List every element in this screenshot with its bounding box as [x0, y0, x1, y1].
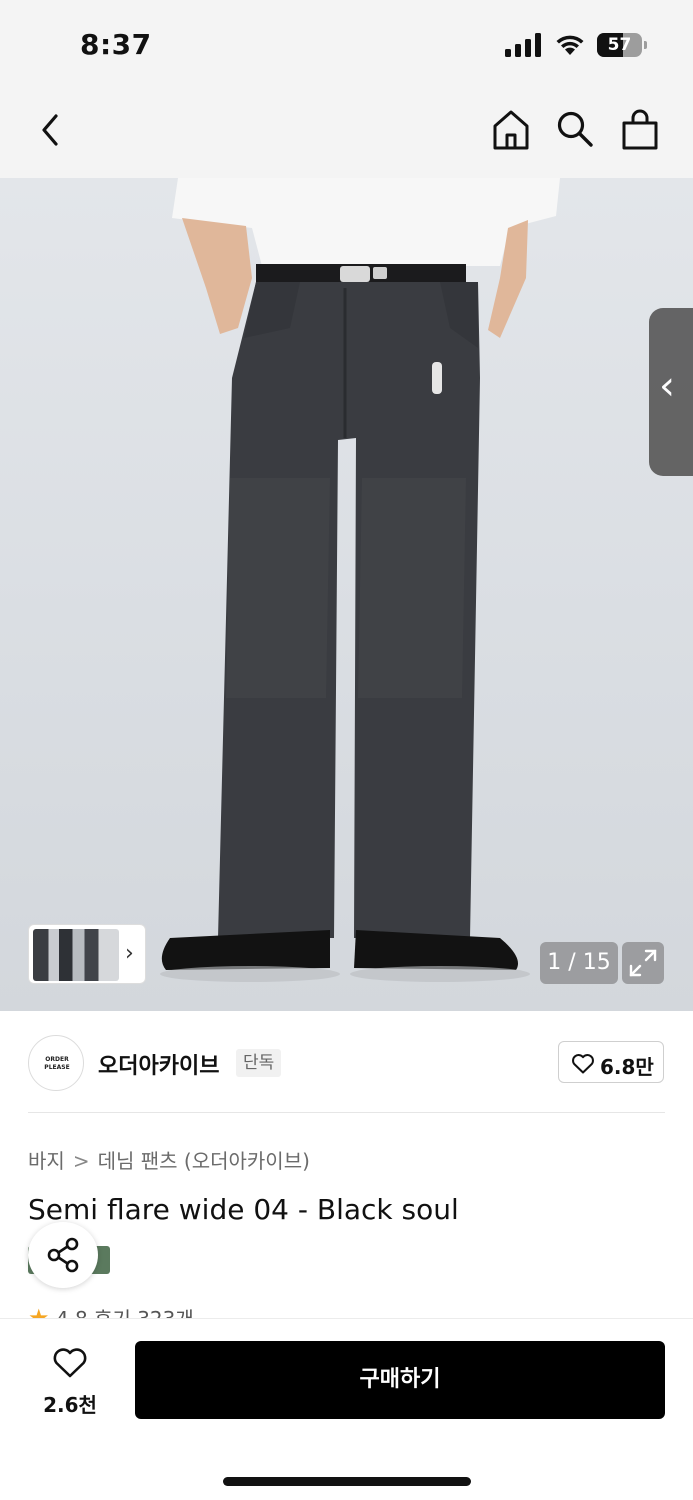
status-bar: 8:37 57: [0, 0, 693, 88]
brand-row: ORDER PLEASE 오더아카이브 단독 6.8만: [0, 1011, 693, 1113]
status-time: 8:37: [80, 28, 152, 61]
thumbnail-image: [33, 929, 119, 981]
product-title: Semi flare wide 04 - Black soul: [28, 1193, 459, 1226]
chevron-right-icon: ›: [125, 941, 134, 966]
wishlist-button[interactable]: 2.6천: [28, 1343, 112, 1423]
bottom-action-bar: 2.6천 구매하기: [0, 1318, 693, 1500]
home-icon[interactable]: [491, 109, 531, 151]
side-drawer-handle[interactable]: ‹: [649, 308, 693, 476]
breadcrumb-separator: >: [72, 1149, 90, 1173]
brand-like-button[interactable]: 6.8만: [558, 1041, 664, 1083]
breadcrumb: 바지 > 데님 팬츠 (오더아카이브): [28, 1145, 310, 1174]
product-image-gallery[interactable]: ‹ › 1 / 15: [0, 178, 693, 1011]
brand-like-count: 6.8만: [600, 1055, 654, 1079]
brand-name[interactable]: 오더아카이브: [98, 1048, 219, 1080]
divider: [28, 1112, 665, 1113]
brand-logo-line1: ORDER: [45, 1056, 69, 1063]
brand-logo[interactable]: ORDER PLEASE: [28, 1035, 84, 1091]
chevron-left-icon[interactable]: [36, 110, 66, 150]
battery-icon: 57: [597, 33, 647, 57]
share-icon: [47, 1237, 79, 1273]
buy-button[interactable]: 구매하기: [135, 1341, 665, 1419]
wishlist-count: 2.6천: [43, 1393, 97, 1417]
chevron-left-icon: ‹: [659, 363, 675, 409]
brand-logo-line2: PLEASE: [44, 1064, 70, 1071]
product-photo: [160, 178, 560, 982]
battery-level: 57: [607, 35, 632, 55]
breadcrumb-item-subcategory[interactable]: 데님 팬츠 (오더아카이브): [98, 1149, 310, 1173]
home-indicator: [223, 1477, 471, 1486]
expand-button[interactable]: [622, 942, 664, 984]
breadcrumb-item-category[interactable]: 바지: [28, 1149, 65, 1173]
expand-icon: [629, 949, 657, 977]
wifi-icon: [556, 35, 584, 55]
shopping-bag-icon[interactable]: [621, 108, 659, 150]
cellular-signal-icon: [505, 33, 541, 57]
search-icon[interactable]: [556, 110, 594, 148]
exclusive-badge: 단독: [236, 1049, 282, 1077]
share-button[interactable]: [28, 1222, 98, 1288]
top-nav-bar: [0, 88, 693, 178]
heart-icon: [572, 1054, 594, 1074]
thumbnail-preview-button[interactable]: ›: [28, 924, 146, 984]
heart-icon: [53, 1348, 87, 1378]
image-counter: 1 / 15: [540, 942, 618, 984]
